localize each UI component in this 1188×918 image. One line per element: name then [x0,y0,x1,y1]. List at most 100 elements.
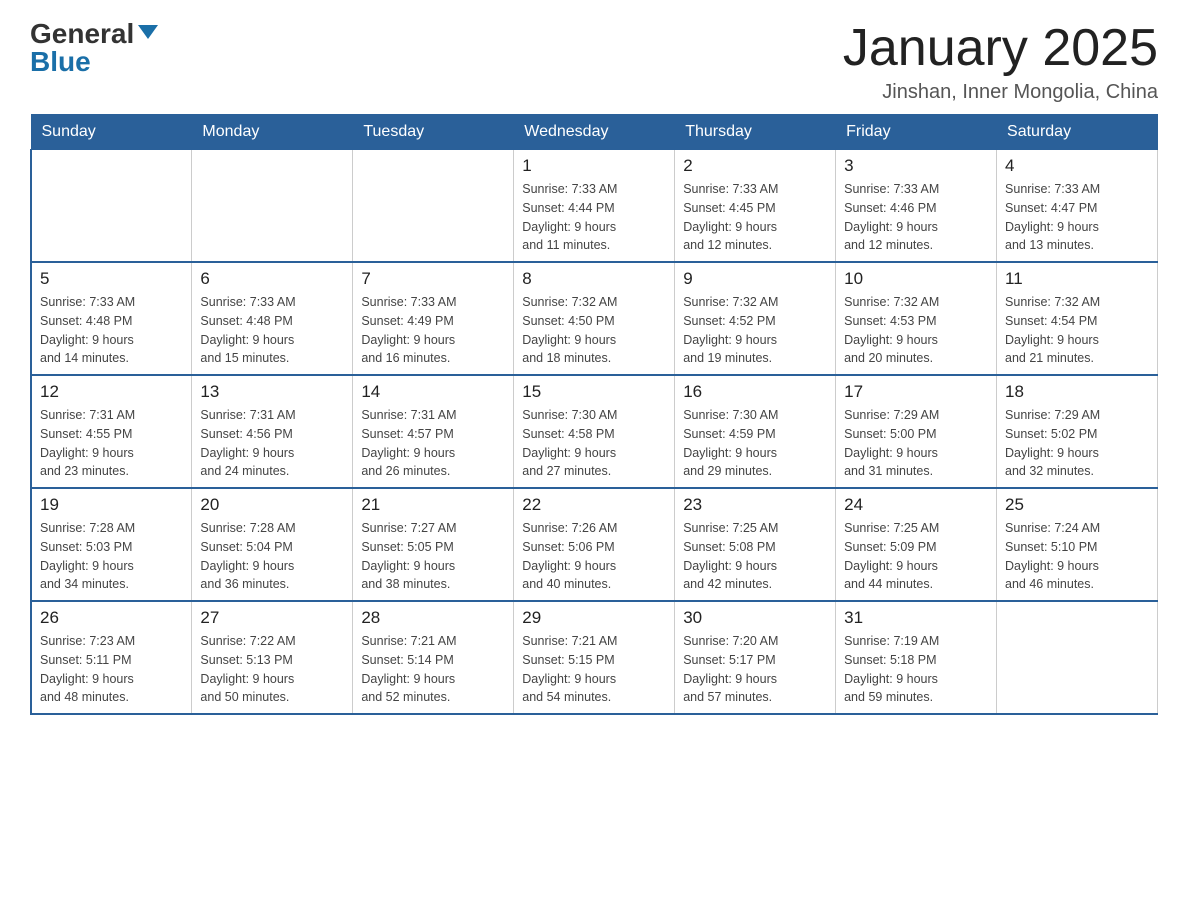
calendar-header-wednesday: Wednesday [514,115,675,150]
calendar-week-row: 26Sunrise: 7:23 AM Sunset: 5:11 PM Dayli… [31,601,1158,714]
calendar-cell: 2 Sunrise: 7:33 AM Sunset: 4:45 PM Daylig… [675,150,836,263]
calendar-cell: 27Sunrise: 7:22 AM Sunset: 5:13 PM Dayli… [192,601,353,714]
day-info: Sunrise: 7:22 AM Sunset: 5:13 PM Dayligh… [200,632,344,707]
day-info: Sunrise: 7:21 AM Sunset: 5:15 PM Dayligh… [522,632,666,707]
day-number: 22 [522,495,666,515]
calendar-cell: 23 Sunrise: 7:25 AM Sunset: 5:08 PM Dayli… [675,488,836,601]
day-number: 15 [522,382,666,402]
calendar-cell: 14 Sunrise: 7:31 AM Sunset: 4:57 PM Dayli… [353,375,514,488]
calendar-cell: 31Sunrise: 7:19 AM Sunset: 5:18 PM Dayli… [836,601,997,714]
calendar-header-friday: Friday [836,115,997,150]
calendar-cell: 6 Sunrise: 7:33 AM Sunset: 4:48 PM Daylig… [192,262,353,375]
day-info: Sunrise: 7:30 AM Sunset: 4:59 PM Dayligh… [683,406,827,481]
day-number: 29 [522,608,666,628]
calendar-cell: 28Sunrise: 7:21 AM Sunset: 5:14 PM Dayli… [353,601,514,714]
calendar-cell: 3 Sunrise: 7:33 AM Sunset: 4:46 PM Daylig… [836,150,997,263]
day-info: Sunrise: 7:27 AM Sunset: 5:05 PM Dayligh… [361,519,505,594]
calendar-cell: 11 Sunrise: 7:32 AM Sunset: 4:54 PM Dayli… [997,262,1158,375]
calendar-header-tuesday: Tuesday [353,115,514,150]
calendar-cell: 29 Sunrise: 7:21 AM Sunset: 5:15 PM Dayli… [514,601,675,714]
calendar-cell: 22Sunrise: 7:26 AM Sunset: 5:06 PM Dayli… [514,488,675,601]
calendar-cell: 20Sunrise: 7:28 AM Sunset: 5:04 PM Dayli… [192,488,353,601]
day-info: Sunrise: 7:32 AM Sunset: 4:53 PM Dayligh… [844,293,988,368]
day-info: Sunrise: 7:33 AM Sunset: 4:49 PM Dayligh… [361,293,505,368]
day-number: 5 [40,269,183,289]
calendar-cell: 15 Sunrise: 7:30 AM Sunset: 4:58 PM Dayli… [514,375,675,488]
day-number: 13 [200,382,344,402]
calendar-cell: 17 Sunrise: 7:29 AM Sunset: 5:00 PM Dayli… [836,375,997,488]
calendar-table: SundayMondayTuesdayWednesdayThursdayFrid… [30,114,1158,715]
day-info: Sunrise: 7:31 AM Sunset: 4:57 PM Dayligh… [361,406,505,481]
calendar-cell: 5Sunrise: 7:33 AM Sunset: 4:48 PM Daylig… [31,262,192,375]
day-number: 14 [361,382,505,402]
day-number: 3 [844,156,988,176]
day-info: Sunrise: 7:33 AM Sunset: 4:45 PM Dayligh… [683,180,827,255]
calendar-cell: 8Sunrise: 7:32 AM Sunset: 4:50 PM Daylig… [514,262,675,375]
day-number: 7 [361,269,505,289]
calendar-cell: 9 Sunrise: 7:32 AM Sunset: 4:52 PM Daylig… [675,262,836,375]
calendar-cell: 30 Sunrise: 7:20 AM Sunset: 5:17 PM Dayli… [675,601,836,714]
day-number: 11 [1005,269,1149,289]
day-number: 4 [1005,156,1149,176]
calendar-cell [31,150,192,263]
calendar-week-row: 5 Sunrise: 7:33 AM Sunset: 4:48 PM Daylig… [31,262,1158,375]
day-number: 1 [522,156,666,176]
day-number: 19 [40,495,183,515]
calendar-cell: 12Sunrise: 7:31 AM Sunset: 4:55 PM Dayli… [31,375,192,488]
calendar-cell: 10 Sunrise: 7:32 AM Sunset: 4:53 PM Dayli… [836,262,997,375]
calendar-header-sunday: Sunday [31,115,192,150]
day-info: Sunrise: 7:28 AM Sunset: 5:03 PM Dayligh… [40,519,183,594]
logo-blue-text: Blue [30,48,91,76]
day-number: 10 [844,269,988,289]
calendar-header-row: SundayMondayTuesdayWednesdayThursdayFrid… [31,115,1158,150]
calendar-week-row: 1 Sunrise: 7:33 AM Sunset: 4:44 PM Daylig… [31,150,1158,263]
calendar-header-thursday: Thursday [675,115,836,150]
day-number: 12 [40,382,183,402]
day-info: Sunrise: 7:29 AM Sunset: 5:00 PM Dayligh… [844,406,988,481]
calendar-cell [192,150,353,263]
calendar-cell: 7 Sunrise: 7:33 AM Sunset: 4:49 PM Daylig… [353,262,514,375]
day-info: Sunrise: 7:25 AM Sunset: 5:09 PM Dayligh… [844,519,988,594]
day-info: Sunrise: 7:20 AM Sunset: 5:17 PM Dayligh… [683,632,827,707]
logo-general-text: General [30,20,134,48]
day-number: 9 [683,269,827,289]
calendar-cell: 24 Sunrise: 7:25 AM Sunset: 5:09 PM Dayli… [836,488,997,601]
day-info: Sunrise: 7:25 AM Sunset: 5:08 PM Dayligh… [683,519,827,594]
calendar-cell: 21 Sunrise: 7:27 AM Sunset: 5:05 PM Dayli… [353,488,514,601]
day-number: 6 [200,269,344,289]
calendar-header-saturday: Saturday [997,115,1158,150]
day-info: Sunrise: 7:33 AM Sunset: 4:47 PM Dayligh… [1005,180,1149,255]
calendar-header-monday: Monday [192,115,353,150]
day-number: 24 [844,495,988,515]
day-number: 18 [1005,382,1149,402]
day-info: Sunrise: 7:32 AM Sunset: 4:50 PM Dayligh… [522,293,666,368]
day-info: Sunrise: 7:33 AM Sunset: 4:44 PM Dayligh… [522,180,666,255]
day-number: 28 [361,608,505,628]
day-number: 21 [361,495,505,515]
calendar-cell [997,601,1158,714]
page-header: General Blue January 2025 Jinshan, Inner… [30,20,1158,104]
logo: General Blue [30,20,158,76]
title-section: January 2025 Jinshan, Inner Mongolia, Ch… [843,20,1158,104]
day-info: Sunrise: 7:30 AM Sunset: 4:58 PM Dayligh… [522,406,666,481]
calendar-cell: 26Sunrise: 7:23 AM Sunset: 5:11 PM Dayli… [31,601,192,714]
day-info: Sunrise: 7:33 AM Sunset: 4:46 PM Dayligh… [844,180,988,255]
location-text: Jinshan, Inner Mongolia, China [843,81,1158,104]
calendar-week-row: 12Sunrise: 7:31 AM Sunset: 4:55 PM Dayli… [31,375,1158,488]
calendar-cell: 13Sunrise: 7:31 AM Sunset: 4:56 PM Dayli… [192,375,353,488]
calendar-cell: 25Sunrise: 7:24 AM Sunset: 5:10 PM Dayli… [997,488,1158,601]
calendar-cell: 4 Sunrise: 7:33 AM Sunset: 4:47 PM Daylig… [997,150,1158,263]
calendar-week-row: 19 Sunrise: 7:28 AM Sunset: 5:03 PM Dayli… [31,488,1158,601]
day-info: Sunrise: 7:32 AM Sunset: 4:52 PM Dayligh… [683,293,827,368]
day-number: 2 [683,156,827,176]
calendar-cell: 18 Sunrise: 7:29 AM Sunset: 5:02 PM Dayli… [997,375,1158,488]
day-number: 17 [844,382,988,402]
day-number: 23 [683,495,827,515]
day-info: Sunrise: 7:29 AM Sunset: 5:02 PM Dayligh… [1005,406,1149,481]
day-info: Sunrise: 7:32 AM Sunset: 4:54 PM Dayligh… [1005,293,1149,368]
day-info: Sunrise: 7:33 AM Sunset: 4:48 PM Dayligh… [200,293,344,368]
day-number: 30 [683,608,827,628]
day-number: 16 [683,382,827,402]
day-info: Sunrise: 7:19 AM Sunset: 5:18 PM Dayligh… [844,632,988,707]
calendar-cell: 1 Sunrise: 7:33 AM Sunset: 4:44 PM Daylig… [514,150,675,263]
